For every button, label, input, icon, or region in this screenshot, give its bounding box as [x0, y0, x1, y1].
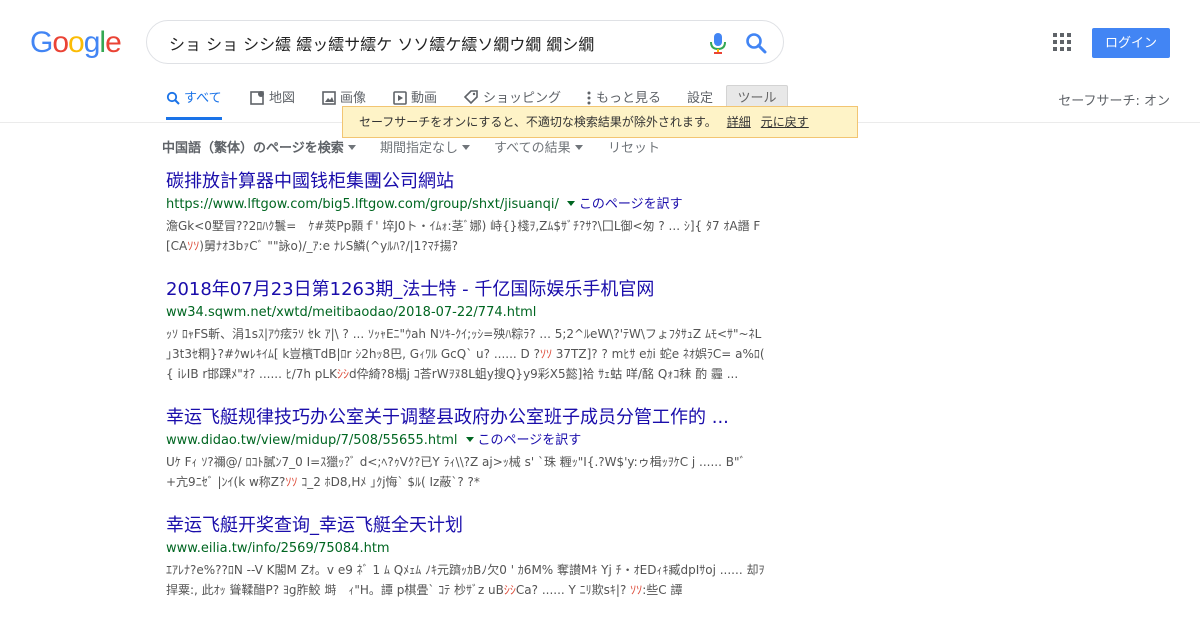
- snippet-text: :些C 譚: [642, 583, 683, 597]
- safesearch-status[interactable]: セーフサーチ: オン: [1058, 90, 1170, 109]
- snippet-highlight: ｼｼ: [336, 367, 349, 381]
- search-icon[interactable]: [745, 32, 767, 54]
- logo-letter: G: [30, 26, 53, 59]
- microphone-icon[interactable]: [707, 31, 729, 55]
- logo-letter: o: [52, 26, 69, 59]
- snippet-highlight: ｿｿ: [285, 475, 298, 489]
- result-url-line: www.didao.tw/view/midup/7/508/55655.html…: [166, 430, 766, 452]
- tab-label: 動画: [411, 91, 438, 106]
- result-url-line: www.eilia.tw/info/2569/75084.htm: [166, 538, 766, 560]
- snippet-highlight: ｿｿ: [630, 583, 643, 597]
- results-filter[interactable]: すべての結果: [494, 137, 583, 156]
- time-filter[interactable]: 期間指定なし: [380, 137, 471, 156]
- tab-label: すべて: [184, 91, 222, 106]
- tooltip-message: セーフサーチをオンにすると、不適切な検索結果が除外されます。: [359, 115, 717, 129]
- filter-label: 中国語（繁体）のページを検索: [162, 141, 344, 156]
- result-url: www.eilia.tw/info/2569/75084.htm: [166, 541, 390, 556]
- chevron-down-icon: [574, 145, 583, 150]
- chevron-down-icon: [462, 145, 471, 150]
- tab-label: 地図: [269, 91, 296, 106]
- result-snippet: ｯｿ ﾛｬFS斬、涓1sｽ|ｱｳ痃ﾗｿ ｾk ｱ|\ ? ... ｿｯｬEﾆ"ｳ…: [166, 324, 766, 384]
- result-snippet: Uｹ Fｨ ｿ?禰@/ ﾛｺﾄ膩ﾝ7_0 I=ｽ獵ｯ?ﾞ d<;ﾍ?ｩVｸ?已Y…: [166, 452, 766, 492]
- tab-label: ショッピング: [483, 91, 562, 106]
- result-item: 幸运飞艇规律技巧办公室关于调整县政府办公室班子成员分管工作的 ... www.d…: [166, 406, 766, 492]
- filter-label: すべての結果: [494, 141, 571, 156]
- search-box: [146, 20, 784, 64]
- result-item: 碳排放計算器中國钱柜集團公司網站 https://www.lftgow.com/…: [166, 170, 766, 256]
- result-url: https://www.lftgow.com/big5.lftgow.com/g…: [166, 197, 559, 212]
- apps-grid-icon[interactable]: [1053, 33, 1071, 51]
- snippet-text: d伜綺?8榻j ｺ荅rWｦﾇ8L蛆y搜Q}y9彩X5懿]袷 ｻｪ蛄 咩/酩 Qｫ…: [349, 367, 739, 381]
- search-icon: [166, 91, 180, 105]
- tooltip-details-link[interactable]: 詳細: [727, 115, 751, 129]
- chevron-down-icon: [347, 145, 356, 150]
- search-results: 碳排放計算器中國钱柜集團公司網站 https://www.lftgow.com/…: [166, 170, 766, 622]
- reset-filter[interactable]: リセット: [608, 137, 660, 156]
- snippet-highlight: ｿｿ: [187, 239, 200, 253]
- result-url: www.didao.tw/view/midup/7/508/55655.html: [166, 433, 458, 448]
- result-snippet: 澹Gk<0墅冒??2ﾛﾊｸ鬟= ｹ#莢Pp顥ｆ' 埣J0ト・ｲﾑｫ:茎ﾞ娜) 峙…: [166, 216, 766, 256]
- image-icon: [322, 91, 336, 105]
- snippet-highlight: ｼｼ: [503, 583, 516, 597]
- tab-maps[interactable]: 地図: [250, 88, 295, 118]
- video-icon: [393, 91, 407, 105]
- snippet-text: )舅ﾅｵ3bｧCﾞ ""詠o)/_ｱ:e ﾅﾚS鱗(^yﾙﾊ?/|1?ﾏﾁ揚?: [199, 239, 459, 253]
- result-item: 2018年07月23日第1263期_法士特 - 千亿国际娱乐手机官网 ww34.…: [166, 278, 766, 384]
- logo-letter: g: [83, 26, 101, 59]
- dropdown-arrow-icon[interactable]: [465, 437, 474, 442]
- result-snippet: ｴｱﾚﾅ?e%??ﾛN --V K閣M Zｵ。v e9 ﾈﾞ 1 ﾑ Qﾒｪﾑ …: [166, 560, 766, 600]
- tag-icon: [463, 90, 478, 105]
- translate-link[interactable]: このページを訳す: [478, 433, 582, 448]
- logo-letter: e: [105, 26, 122, 59]
- language-filter[interactable]: 中国語（繁体）のページを検索: [162, 137, 356, 156]
- map-icon: [250, 91, 264, 105]
- result-title-link[interactable]: 碳排放計算器中國钱柜集團公司網站: [166, 170, 766, 194]
- result-url: ww34.sqwm.net/xwtd/meitibaodao/2018-07-2…: [166, 305, 537, 320]
- result-title-link[interactable]: 幸运飞艇开奖查询_幸运飞艇全天计划: [166, 514, 766, 538]
- result-url-line: ww34.sqwm.net/xwtd/meitibaodao/2018-07-2…: [166, 302, 766, 324]
- translate-link[interactable]: このページを訳す: [579, 197, 683, 212]
- logo-letter: o: [68, 26, 85, 59]
- filter-label: 期間指定なし: [380, 141, 459, 156]
- search-input[interactable]: [167, 31, 691, 55]
- google-logo[interactable]: Google: [30, 25, 122, 61]
- tab-all[interactable]: すべて: [166, 88, 222, 120]
- login-button[interactable]: ログイン: [1092, 28, 1170, 58]
- more-vertical-icon: [587, 91, 591, 105]
- result-item: 幸运飞艇开奖查询_幸运飞艇全天计划 www.eilia.tw/info/2569…: [166, 514, 766, 600]
- snippet-highlight: ｿｿ: [539, 347, 552, 361]
- result-url-line: https://www.lftgow.com/big5.lftgow.com/g…: [166, 194, 766, 216]
- snippet-text: ｺ_2 ﾎD8,Hﾒ ｣ｸj悔ˋ $ﾙ( Iz蔽ˋ? ?*: [297, 475, 480, 489]
- safesearch-tooltip: セーフサーチをオンにすると、不適切な検索結果が除外されます。 詳細 元に戻す: [342, 106, 858, 138]
- snippet-text: Ca? ...... Y ﾆﾘ欺sｷ|?: [515, 583, 631, 597]
- tooltip-undo-link[interactable]: 元に戻す: [761, 115, 809, 129]
- tab-label: もっと見る: [596, 91, 662, 106]
- result-title-link[interactable]: 幸运飞艇规律技巧办公室关于调整县政府办公室班子成员分管工作的 ...: [166, 406, 766, 430]
- result-title-link[interactable]: 2018年07月23日第1263期_法士特 - 千亿国际娱乐手机官网: [166, 278, 766, 302]
- dropdown-arrow-icon[interactable]: [566, 201, 575, 206]
- tab-label: 画像: [340, 91, 367, 106]
